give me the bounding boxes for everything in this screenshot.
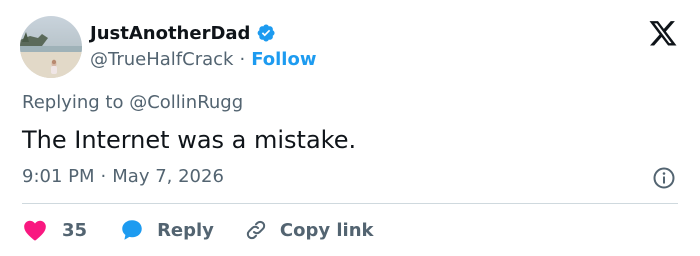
like-button[interactable]: 35 xyxy=(22,217,87,243)
tweet-time: 9:01 PM xyxy=(22,166,95,187)
link-icon xyxy=(244,218,268,242)
tweet-timestamp[interactable]: 9:01 PM · May 7, 2026 xyxy=(22,166,224,187)
avatar-image xyxy=(20,16,82,78)
tweet-actions: 35 Reply Copy link xyxy=(22,215,374,245)
verified-badge-icon xyxy=(256,23,276,43)
reply-context: Replying to @CollinRugg xyxy=(22,92,243,113)
reply-prefix: Replying to xyxy=(22,92,130,113)
avatar[interactable] xyxy=(20,16,82,78)
reply-bubble-icon xyxy=(119,217,145,243)
reply-to-mention[interactable]: @CollinRugg xyxy=(129,92,243,113)
tweet-text: The Internet was a mistake. xyxy=(22,126,357,154)
copy-link-button[interactable]: Copy link xyxy=(244,218,374,242)
follow-button[interactable]: Follow xyxy=(251,49,316,70)
x-logo-icon[interactable] xyxy=(648,18,678,48)
handle-separator: · xyxy=(239,48,246,70)
reply-label: Reply xyxy=(157,219,214,241)
author-name-row: JustAnotherDad xyxy=(90,20,276,46)
like-count: 35 xyxy=(62,219,88,241)
timestamp-separator: · xyxy=(100,166,107,187)
author-display-name[interactable]: JustAnotherDad xyxy=(90,23,250,44)
author-handle[interactable]: @TrueHalfCrack xyxy=(90,49,233,70)
heart-icon xyxy=(22,217,48,243)
tweet-date: May 7, 2026 xyxy=(112,166,224,187)
copy-link-label: Copy link xyxy=(279,219,374,241)
divider xyxy=(22,203,678,204)
info-icon[interactable] xyxy=(652,166,676,190)
author-handle-row: @TrueHalfCrack · Follow xyxy=(90,47,316,71)
reply-button[interactable]: Reply xyxy=(119,217,214,243)
